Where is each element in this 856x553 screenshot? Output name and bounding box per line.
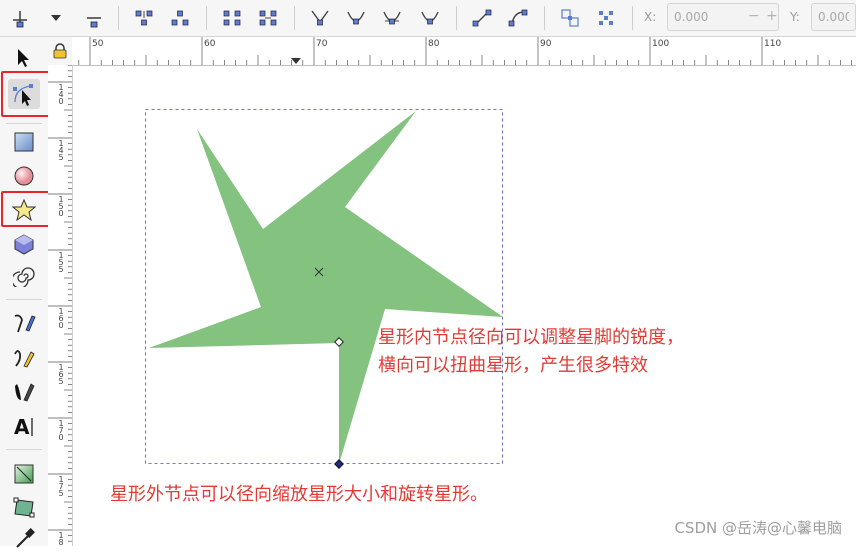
gradient-tool[interactable] (8, 459, 40, 489)
segment-curve-icon (508, 9, 528, 27)
symmetric-node-button[interactable] (378, 4, 406, 32)
smooth-node-button[interactable] (342, 4, 370, 32)
insert-node-dropdown[interactable] (42, 4, 70, 32)
annotation-inner-node-line-2: 横向可以扭曲星形，产生很多特效 (378, 355, 648, 376)
mesh-tool[interactable] (8, 493, 40, 523)
delete-node-icon (87, 17, 101, 28)
join-nodes-icon (135, 10, 153, 26)
text-icon: A (14, 415, 33, 438)
insert-node-button[interactable] (6, 4, 34, 32)
object-to-path-button[interactable] (556, 4, 584, 32)
auto-smooth-node-button[interactable] (416, 4, 444, 32)
pencil-icon (14, 350, 35, 368)
arrow-pointer-icon (18, 49, 29, 67)
star-shape[interactable] (149, 111, 503, 464)
x-increment-button[interactable]: + (766, 8, 778, 24)
pen-icon (14, 314, 36, 333)
ruler-label: 150 (58, 195, 64, 218)
horizontal-ruler: 50 60 70 80 90 100 110 (72, 37, 856, 66)
text-tool[interactable]: A (8, 411, 40, 441)
smooth-node-icon (347, 11, 365, 25)
ellipse-tool[interactable] (8, 161, 40, 191)
cusp-node-button[interactable] (306, 4, 334, 32)
x-decrement-button[interactable]: − (748, 8, 760, 24)
ruler-label: 140 (58, 83, 64, 106)
stroke-to-path-button[interactable] (592, 4, 620, 32)
guide-lock-button[interactable] (48, 37, 72, 65)
gradient-icon (14, 464, 34, 484)
dropper-tool[interactable] (8, 523, 40, 553)
annotation-outer-node: 星形外节点可以径向缩放星形大小和旋转星形。 (110, 484, 488, 505)
object-to-path-icon (561, 9, 579, 27)
insert-node-icon (13, 11, 27, 28)
join-segment-icon (223, 10, 241, 26)
spiral-tool[interactable] (8, 261, 40, 291)
vertical-ruler-ticks (48, 65, 72, 542)
stroke-to-path-icon (599, 11, 613, 25)
vertical-ruler: 140 145 150 155 160 165 170 175 180 (48, 65, 73, 546)
annotation-inner-node-line-1: 星形内节点径向可以调整星脚的锐度， (378, 327, 684, 348)
segment-line-button[interactable] (468, 4, 496, 32)
delete-segment-button[interactable] (254, 4, 282, 32)
ruler-label: 175 (58, 475, 64, 498)
join-segment-button[interactable] (218, 4, 246, 32)
x-label: X: (644, 10, 657, 24)
spiral-icon (13, 267, 35, 287)
y-coordinate-field[interactable] (811, 3, 856, 31)
ruler-label: 70 (316, 39, 328, 49)
selector-tool[interactable] (8, 43, 40, 73)
rectangle-icon (14, 132, 34, 152)
calligraphy-icon (15, 383, 35, 402)
cusp-node-icon (311, 10, 329, 26)
ruler-label: 170 (58, 419, 64, 442)
chevron-down-icon (51, 15, 61, 21)
delete-node-button[interactable] (80, 4, 108, 32)
lock-icon (53, 43, 67, 59)
3d-box-tool[interactable] (8, 229, 40, 259)
ruler-label: 50 (92, 39, 104, 49)
segment-line-icon (472, 9, 492, 27)
ruler-label: 110 (764, 39, 782, 49)
star-tool-highlight (1, 191, 50, 227)
ruler-label: 165 (58, 363, 64, 386)
rectangle-tool[interactable] (8, 127, 40, 157)
segment-curve-button[interactable] (504, 4, 532, 32)
break-path-button[interactable] (166, 4, 194, 32)
ruler-label: 60 (204, 39, 216, 49)
pencil-tool[interactable] (8, 343, 40, 373)
ruler-label: 90 (540, 39, 552, 49)
join-nodes-button[interactable] (130, 4, 158, 32)
circle-icon (14, 166, 34, 186)
x-coordinate-field[interactable] (667, 3, 779, 31)
ruler-label: 145 (58, 139, 64, 162)
y-label: Y: (790, 10, 800, 24)
drawing-canvas[interactable]: 星形内节点径向可以调整星脚的锐度， 横向可以扭曲星形，产生很多特效 星形外节点可… (73, 66, 856, 546)
ruler-label: 160 (58, 307, 64, 330)
ruler-label: 100 (652, 39, 670, 49)
outer-node-handle[interactable] (334, 459, 344, 469)
3d-box-icon (14, 234, 34, 255)
svg-text:A: A (14, 415, 30, 438)
delete-segment-icon (259, 10, 277, 26)
canvas-drawing (145, 109, 503, 469)
horizontal-ruler-ticks (78, 37, 852, 65)
ruler-position-marker (291, 58, 301, 64)
calligraphy-tool[interactable] (8, 377, 40, 407)
ruler-label: 155 (58, 251, 64, 274)
pen-tool[interactable] (8, 309, 40, 339)
auto-smooth-node-icon (421, 11, 439, 25)
watermark: CSDN @岳涛@心馨电脑 (674, 519, 842, 537)
mesh-icon (13, 497, 35, 518)
break-path-icon (171, 10, 189, 26)
symmetric-node-icon (383, 11, 401, 25)
ruler-label: 80 (428, 39, 440, 49)
node-toolbar: X: − + Y: (0, 0, 856, 37)
ruler-label: 180 (58, 531, 64, 547)
toolbox: A (0, 37, 66, 548)
